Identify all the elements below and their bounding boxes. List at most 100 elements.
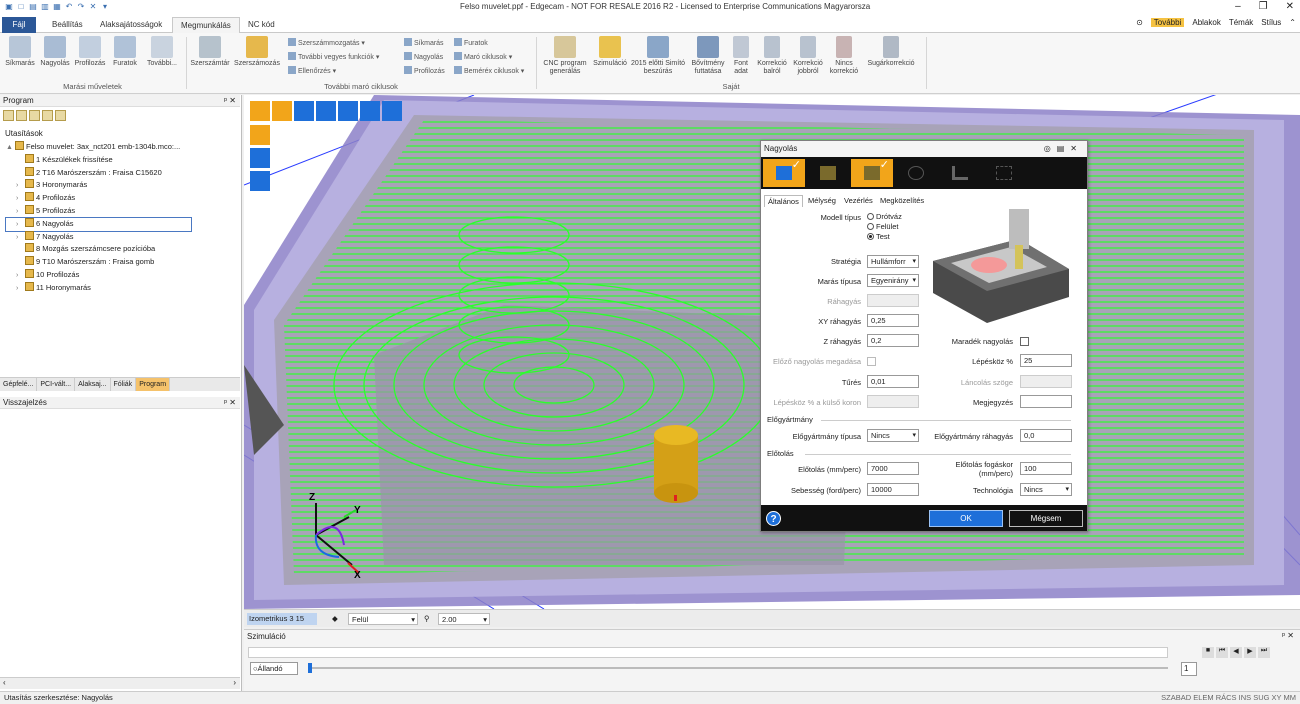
- play-icon[interactable]: ▶: [1244, 647, 1256, 658]
- tab-nc-code[interactable]: NC kód: [240, 17, 283, 33]
- tree-item[interactable]: 2 T16 Marószerszám : Fraisa C15620: [6, 166, 236, 180]
- tooling-button[interactable]: Szerszámozás: [234, 36, 280, 68]
- stock-type-select[interactable]: Nincs ▾: [867, 429, 919, 442]
- legacy-finishing-button[interactable]: 2015 előtti Simító beszúrás: [630, 36, 686, 76]
- chaining-angle-input[interactable]: [1020, 375, 1072, 388]
- panel-pin-close-icon[interactable]: ᵖ ✕: [224, 95, 236, 107]
- step-counter[interactable]: 1: [1181, 662, 1197, 676]
- wireframe-icon[interactable]: [250, 148, 270, 168]
- strategy-select[interactable]: Hullámforr ▾: [867, 255, 919, 268]
- tree-expander-icon[interactable]: ›: [16, 283, 25, 296]
- last-icon[interactable]: ⏭: [1258, 647, 1270, 658]
- list-view-icon[interactable]: [360, 101, 380, 121]
- style-menu[interactable]: Stílus: [1261, 18, 1281, 27]
- strategy-lines-icon[interactable]: [983, 159, 1025, 187]
- view-top-icon[interactable]: [294, 101, 314, 121]
- tree-item[interactable]: › 4 Profilozás: [6, 192, 236, 205]
- strategy-pocket-icon[interactable]: [807, 159, 849, 187]
- help-icon[interactable]: ⊙: [1136, 18, 1143, 27]
- tab-machining[interactable]: Megmunkálás: [172, 17, 240, 33]
- ribbon-collapse-icon[interactable]: ⌃: [1289, 18, 1296, 27]
- tab-approach[interactable]: Megközelítés: [877, 195, 927, 207]
- tree-item[interactable]: › 11 Horonymarás: [6, 281, 236, 296]
- tab-machine[interactable]: Gépfelé...: [0, 378, 38, 391]
- globe-icon[interactable]: [42, 110, 53, 121]
- technology-select[interactable]: Nincs ▾: [1020, 483, 1072, 496]
- tab-general[interactable]: Általános: [764, 195, 803, 207]
- speed-slider[interactable]: [308, 667, 1168, 669]
- undo-icon[interactable]: ↶: [64, 2, 74, 12]
- xy-allowance-input[interactable]: 0,25: [867, 314, 919, 327]
- run-addin-button[interactable]: Bővítmény futtatása: [688, 36, 728, 76]
- cnc-generate-button[interactable]: CNC program generálás: [540, 36, 590, 76]
- plunge-feed-input[interactable]: 100: [1020, 462, 1072, 475]
- simulation-button[interactable]: Szimuláció: [592, 36, 628, 68]
- strategy-circle-icon[interactable]: [895, 159, 937, 187]
- tree-item[interactable]: › 10 Profilozás: [6, 268, 236, 282]
- new-icon[interactable]: □: [16, 2, 26, 12]
- properties-icon[interactable]: ▦: [52, 2, 62, 12]
- milling-cycles-button[interactable]: Maró ciklusok ▾: [454, 52, 512, 62]
- windows-menu[interactable]: Ablakok: [1192, 18, 1220, 27]
- app-icon[interactable]: ▣: [4, 2, 14, 12]
- small-roughing-button[interactable]: Nagyolás: [404, 52, 443, 62]
- misc-functions-button[interactable]: További vegyes funkciók ▾: [288, 52, 379, 62]
- allowance-input[interactable]: [867, 294, 919, 307]
- tree-item[interactable]: 9 T10 Marószerszám : Fraisa gomb: [6, 256, 236, 269]
- save-icon[interactable]: ▥: [40, 2, 50, 12]
- themes-menu[interactable]: Témák: [1229, 18, 1253, 27]
- speed-slider-handle[interactable]: [308, 663, 312, 673]
- stock-allowance-input[interactable]: 0,0: [1020, 429, 1072, 442]
- radio-solid[interactable]: Test: [867, 232, 890, 241]
- tool-movement-button[interactable]: Szerszámmozgatás ▾: [288, 38, 365, 48]
- tree-item[interactable]: › 7 Nagyolás: [6, 230, 236, 244]
- tab-pci[interactable]: PCI-vált...: [37, 378, 76, 391]
- tree-icon[interactable]: [16, 110, 27, 121]
- view-mode-select[interactable]: Felül ▾: [348, 613, 418, 625]
- tab-features[interactable]: Alaksajátosságok: [92, 17, 170, 33]
- view-name[interactable]: Izometrikus 3 15: [247, 613, 317, 625]
- scroll-right-icon[interactable]: ›: [233, 678, 236, 687]
- tree-item[interactable]: ▲ Felso muvelet: 3ax_nct201 emb-1304b.mco…: [6, 141, 236, 154]
- tab-program[interactable]: Program: [136, 378, 171, 391]
- shaded-icon[interactable]: [250, 125, 270, 145]
- holes-button[interactable]: Furatok: [110, 36, 140, 68]
- restore-icon[interactable]: ❐: [1259, 1, 1268, 12]
- face-milling-button[interactable]: Síkmarás: [5, 36, 35, 68]
- tab-depth[interactable]: Mélység: [805, 195, 839, 207]
- close-doc-icon[interactable]: ✕: [88, 2, 98, 12]
- filter-icon[interactable]: [55, 110, 66, 121]
- cursor-icon[interactable]: [382, 101, 402, 121]
- strategy-profile-icon[interactable]: [939, 159, 981, 187]
- view-pin-icon[interactable]: [316, 101, 336, 121]
- qat-dropdown-icon[interactable]: ▾: [100, 2, 110, 12]
- outer-stepover-input[interactable]: [867, 395, 919, 408]
- feedback-scrollbar[interactable]: ‹ ›: [0, 677, 240, 689]
- tolerance-input[interactable]: 0,01: [867, 375, 919, 388]
- minimize-icon[interactable]: –: [1235, 1, 1241, 12]
- radio-surface[interactable]: Felület: [867, 222, 899, 231]
- strategy-roughing-icon[interactable]: ✓: [763, 159, 805, 187]
- milling-type-select[interactable]: Egyenirány ▾: [867, 274, 919, 287]
- z-allowance-input[interactable]: 0,2: [867, 334, 919, 347]
- comp-left-button[interactable]: Korrekció balról: [755, 36, 789, 76]
- radius-comp-button[interactable]: Sugárkorrekció: [862, 36, 920, 68]
- tree-item[interactable]: › 5 Profilozás: [6, 204, 236, 218]
- zoom-icon[interactable]: [338, 101, 358, 121]
- panel-pin-close-icon[interactable]: ᵖ ✕: [1282, 631, 1294, 640]
- tab-settings[interactable]: Beállítás: [44, 17, 91, 33]
- tree-item[interactable]: 8 Mozgás szerszámcsere pozícióba: [6, 243, 236, 256]
- tree-item[interactable]: › 3 Horonymarás: [6, 179, 236, 192]
- first-icon[interactable]: ⏮: [1216, 647, 1228, 658]
- comment-input[interactable]: [1020, 395, 1072, 408]
- tab-control[interactable]: Vezérlés: [841, 195, 876, 207]
- tab-file[interactable]: Fájl: [2, 17, 36, 33]
- tab-layers[interactable]: Fóliák: [111, 378, 137, 391]
- small-profiling-button[interactable]: Profilozás: [404, 66, 445, 76]
- refresh-icon[interactable]: [3, 110, 14, 121]
- hidden-line-icon[interactable]: [250, 171, 270, 191]
- speed-input[interactable]: 10000: [867, 483, 919, 496]
- stop-icon[interactable]: ■: [1202, 647, 1214, 658]
- previous-roughing-checkbox[interactable]: [867, 357, 876, 366]
- probing-cycles-button[interactable]: Beméréx ciklusok ▾: [454, 66, 524, 76]
